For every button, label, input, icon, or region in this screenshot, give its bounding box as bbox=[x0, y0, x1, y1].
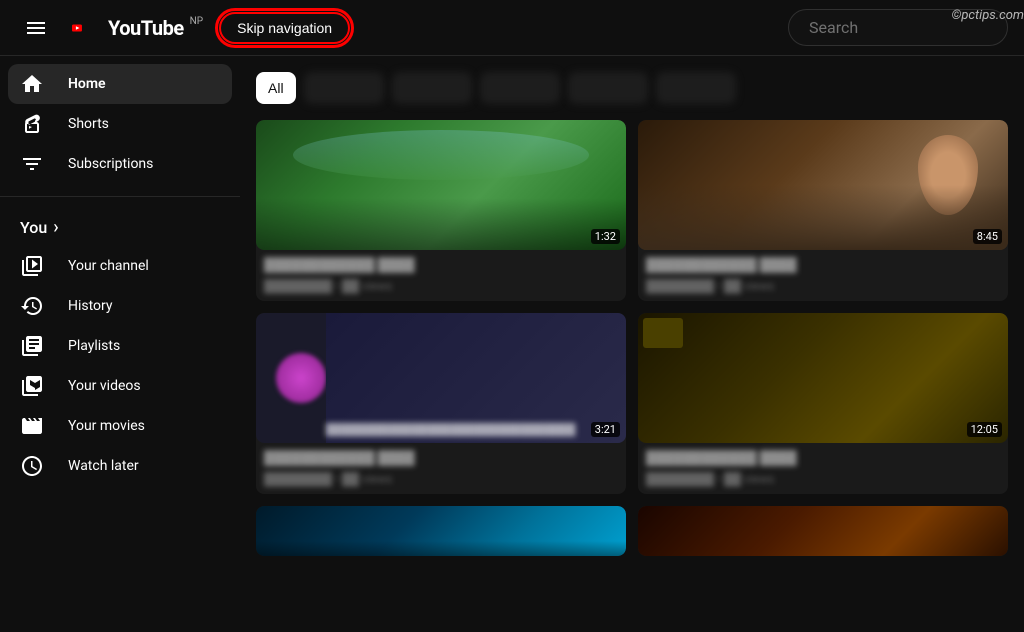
video-card-4[interactable]: 12:05 ████████████ ████ ████████ • ██ vi… bbox=[638, 313, 1008, 494]
chip-blurred-5 bbox=[656, 72, 736, 104]
video-thumbnail-6 bbox=[638, 506, 1008, 556]
hamburger-icon[interactable] bbox=[16, 8, 56, 48]
video-thumbnail-1: 1:32 bbox=[256, 120, 626, 250]
video-thumbnail-5 bbox=[256, 506, 626, 556]
video-thumbnail-2: 8:45 bbox=[638, 120, 1008, 250]
search-placeholder: Search bbox=[809, 18, 858, 37]
video-meta-3: ████████ • ██ views bbox=[264, 472, 618, 486]
header: YouTube NP Skip navigation Search ©pctip… bbox=[0, 0, 1024, 56]
channel-icon bbox=[20, 254, 44, 278]
chip-blurred-3 bbox=[480, 72, 560, 104]
video-info-2: ████████████ ████ ████████ • ██ views bbox=[638, 250, 1008, 301]
watch-later-icon bbox=[20, 454, 44, 478]
video-card-1[interactable]: 1:32 ████████████ ████ ████████ • ██ vie… bbox=[256, 120, 626, 301]
main-content: All 1:32 ████████████ ████ ████████ • ██… bbox=[240, 56, 1024, 576]
subscriptions-icon bbox=[20, 152, 44, 176]
your-movies-icon bbox=[20, 414, 44, 438]
sidebar-your-movies-label: Your movies bbox=[68, 418, 145, 434]
sidebar-watch-later-label: Watch later bbox=[68, 458, 139, 474]
skip-navigation-button[interactable]: Skip navigation bbox=[219, 12, 350, 44]
video-thumbnail-4: 12:05 bbox=[638, 313, 1008, 443]
sidebar-your-videos-label: Your videos bbox=[68, 378, 141, 394]
video-card-2[interactable]: 8:45 ████████████ ████ ████████ • ██ vie… bbox=[638, 120, 1008, 301]
filter-chips-row: All bbox=[256, 72, 1008, 104]
history-icon bbox=[20, 294, 44, 318]
video-thumbnail-3: ████████████████████████████████ 3:21 bbox=[256, 313, 626, 443]
you-section-header[interactable]: You › bbox=[0, 209, 240, 246]
video-info-4: ████████████ ████ ████████ • ██ views bbox=[638, 443, 1008, 494]
thumb-image-5 bbox=[256, 506, 626, 556]
home-icon bbox=[20, 72, 44, 96]
video-meta-2: ████████ • ██ views bbox=[646, 279, 1000, 293]
sidebar-item-playlists[interactable]: Playlists bbox=[8, 326, 232, 366]
chip-blurred-1 bbox=[304, 72, 384, 104]
sidebar-item-shorts[interactable]: Shorts bbox=[8, 104, 232, 144]
video-info-3: ████████████ ████ ████████ • ██ views bbox=[256, 443, 626, 494]
video-title-1: ████████████ ████ bbox=[264, 258, 618, 275]
sidebar-item-subscriptions[interactable]: Subscriptions bbox=[8, 144, 232, 184]
video-card-6[interactable] bbox=[638, 506, 1008, 556]
country-code: NP bbox=[190, 16, 203, 27]
sidebar-shorts-label: Shorts bbox=[68, 116, 109, 132]
sidebar-item-watch-later[interactable]: Watch later bbox=[8, 446, 232, 486]
video-title-4: ████████████ ████ bbox=[646, 451, 1000, 468]
sidebar-channel-label: Your channel bbox=[68, 258, 149, 274]
video-meta-4: ████████ • ██ views bbox=[646, 472, 1000, 486]
your-videos-icon bbox=[20, 374, 44, 398]
duration-badge-4: 12:05 bbox=[967, 422, 1002, 437]
thumb-image-2 bbox=[638, 120, 1008, 250]
thumb-image-3: ████████████████████████████████ bbox=[256, 313, 626, 443]
sidebar-playlists-label: Playlists bbox=[68, 338, 120, 354]
you-label: You bbox=[20, 218, 47, 237]
sidebar-item-your-movies[interactable]: Your movies bbox=[8, 406, 232, 446]
thumb-image-6 bbox=[638, 506, 1008, 556]
sidebar-item-your-channel[interactable]: Your channel bbox=[8, 246, 232, 286]
video-meta-1: ████████ • ██ views bbox=[264, 279, 618, 293]
duration-badge-3: 3:21 bbox=[591, 422, 620, 437]
video-grid: 1:32 ████████████ ████ ████████ • ██ vie… bbox=[256, 120, 1008, 494]
playlists-icon bbox=[20, 334, 44, 358]
watermark: ©pctips.com bbox=[951, 8, 1024, 23]
youtube-text: YouTube bbox=[108, 16, 184, 40]
sidebar: Home Shorts Subscriptions You › Your cha… bbox=[0, 56, 240, 576]
video-card-3[interactable]: ████████████████████████████████ 3:21 ██… bbox=[256, 313, 626, 494]
sidebar-home-label: Home bbox=[68, 76, 106, 92]
video-info-1: ████████████ ████ ████████ • ██ views bbox=[256, 250, 626, 301]
duration-badge-1: 1:32 bbox=[591, 229, 620, 244]
sidebar-item-history[interactable]: History bbox=[8, 286, 232, 326]
video-title-3: ████████████ ████ bbox=[264, 451, 618, 468]
chip-blurred-4 bbox=[568, 72, 648, 104]
thumb-image-4 bbox=[638, 313, 1008, 443]
you-chevron: › bbox=[53, 217, 58, 238]
sidebar-item-your-videos[interactable]: Your videos bbox=[8, 366, 232, 406]
youtube-logo[interactable]: YouTube NP bbox=[72, 16, 203, 40]
thumb-text-3: ████████████████████████████████ bbox=[326, 423, 618, 437]
header-left: YouTube NP Skip navigation bbox=[16, 8, 350, 48]
sidebar-history-label: History bbox=[68, 298, 113, 314]
chip-blurred-2 bbox=[392, 72, 472, 104]
duration-badge-2: 8:45 bbox=[973, 229, 1002, 244]
sidebar-divider-1 bbox=[0, 196, 240, 197]
video-card-5[interactable] bbox=[256, 506, 626, 556]
chip-all[interactable]: All bbox=[256, 72, 296, 104]
sidebar-item-home[interactable]: Home bbox=[8, 64, 232, 104]
video-grid-row2 bbox=[256, 506, 1008, 556]
shorts-icon bbox=[20, 112, 44, 136]
video-title-2: ████████████ ████ bbox=[646, 258, 1000, 275]
thumb-image-1 bbox=[256, 120, 626, 250]
sidebar-subscriptions-label: Subscriptions bbox=[68, 156, 153, 172]
